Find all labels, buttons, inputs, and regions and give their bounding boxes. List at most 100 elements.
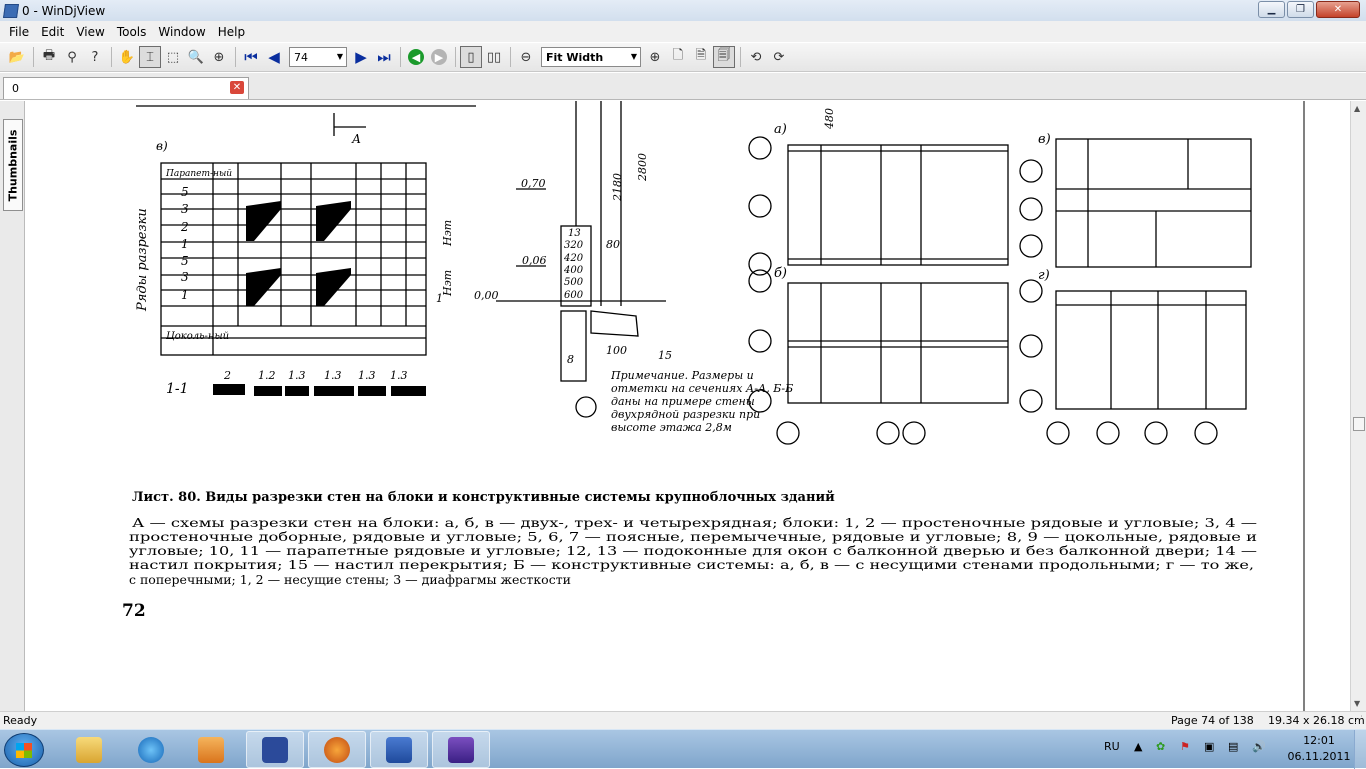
tray-device-icon[interactable]: ▣ xyxy=(1204,740,1214,753)
taskbar-windjview[interactable] xyxy=(432,731,490,768)
taskbar: RU ▲ ✿ ⚑ ▣ ▤ 🔊 12:01 06.11.2011 xyxy=(0,729,1366,769)
scroll-thumb[interactable] xyxy=(1353,417,1365,431)
menu-view[interactable]: View xyxy=(70,25,110,39)
window-controls: ▁ ❐ ✕ xyxy=(1256,1,1360,18)
show-hidden-icons-icon[interactable]: ▲ xyxy=(1134,740,1142,753)
zoom-out-icon[interactable]: ⊖ xyxy=(515,46,537,68)
caption-line: угловые; 10, 11 — парапетные рядовые и у… xyxy=(129,543,1257,558)
back-button[interactable]: ◀ xyxy=(405,46,427,68)
menu-file[interactable]: File xyxy=(3,25,35,39)
section-mark-a: А xyxy=(351,132,361,146)
open-icon[interactable]: 📂 xyxy=(6,46,28,68)
chevron-down-icon: ▼ xyxy=(630,52,637,61)
document-tab[interactable]: 0 ✕ xyxy=(3,77,249,99)
height-label: Нэт xyxy=(441,220,454,247)
row-label: 1 xyxy=(181,288,189,302)
section-label-g: г) xyxy=(1038,268,1050,283)
tray-app-icon[interactable]: ✿ xyxy=(1156,740,1165,753)
first-page-icon[interactable]: ⏮ xyxy=(240,46,262,68)
taskbar-word[interactable] xyxy=(370,731,428,768)
thumbnails-label: Thumbnails xyxy=(6,129,20,201)
volume-icon[interactable]: 🔊 xyxy=(1252,740,1266,753)
page-scan: в) Парапет-ный 5 3 2 1 5 3 1 Цоколь-ный … xyxy=(122,101,1305,711)
dim-label: 2800 xyxy=(636,153,649,182)
facing-pages-icon[interactable]: ▯▯ xyxy=(483,46,505,68)
previous-page-icon[interactable]: ◀ xyxy=(263,46,285,68)
row-label: 5 xyxy=(181,185,189,199)
scale-value: 1.2 xyxy=(258,369,276,382)
scale-value: 1.3 xyxy=(288,369,306,382)
word-icon xyxy=(386,736,412,763)
thumbnails-tab[interactable]: Thumbnails xyxy=(3,119,23,211)
language-indicator[interactable]: RU xyxy=(1104,740,1120,753)
zoom-combo[interactable]: Fit Width ▼ xyxy=(541,47,641,67)
taskbar-media[interactable] xyxy=(182,731,240,768)
print-icon[interactable]: 🖶 xyxy=(38,46,60,68)
tray-flag-icon[interactable]: ⚑ xyxy=(1180,740,1190,753)
row-label-parapet: Парапет-ный xyxy=(165,169,232,179)
close-button[interactable]: ✕ xyxy=(1316,1,1360,18)
fit-page-icon[interactable]: 🗐 xyxy=(713,46,735,68)
rotate-left-icon[interactable]: ⟲ xyxy=(745,46,767,68)
back-icon: ◀ xyxy=(408,49,424,65)
zoom-icon[interactable]: 🔍 xyxy=(185,46,207,68)
page-icon[interactable]: 🗋 xyxy=(667,46,689,68)
forward-icon: ▶ xyxy=(431,49,447,65)
rect-select-icon[interactable]: ⬚ xyxy=(162,46,184,68)
toolbar-separator xyxy=(400,47,401,67)
hand-tool-icon[interactable]: ✋ xyxy=(116,46,138,68)
row-label: 3 xyxy=(181,270,189,284)
chevron-down-icon: ▼ xyxy=(336,52,343,61)
dim-label: 2180 xyxy=(611,173,624,202)
taskbar-explorer[interactable] xyxy=(60,731,118,768)
page-number-combo[interactable]: 74 ▼ xyxy=(289,47,347,67)
start-button[interactable] xyxy=(4,733,44,767)
dim-label: 15 xyxy=(658,349,672,362)
show-desktop-button[interactable] xyxy=(1354,730,1366,769)
find-icon[interactable]: ⚲ xyxy=(61,46,83,68)
document-view[interactable]: в) Парапет-ный 5 3 2 1 5 3 1 Цоколь-ный … xyxy=(26,101,1350,711)
forward-button[interactable]: ▶ xyxy=(428,46,450,68)
resize-grip-icon[interactable]: ⋰ xyxy=(1354,715,1363,725)
select-tool-icon[interactable]: ⌶ xyxy=(139,46,161,68)
dim-label: 400 xyxy=(563,265,584,276)
vertical-scrollbar[interactable]: ▲ ▼ xyxy=(1350,101,1366,711)
dim-label: 600 xyxy=(564,290,584,301)
zoom-rect-icon[interactable]: ⊕ xyxy=(208,46,230,68)
network-icon[interactable]: ▤ xyxy=(1228,740,1238,753)
zoom-value: Fit Width xyxy=(546,50,604,64)
scroll-up-icon[interactable]: ▲ xyxy=(1354,104,1360,113)
menu-edit[interactable]: Edit xyxy=(35,25,70,39)
menu-window[interactable]: Window xyxy=(152,25,211,39)
caption-line: настил покрытия; 15 — настил перекрытия;… xyxy=(129,557,1254,572)
zoom-in-icon[interactable]: ⊕ xyxy=(644,46,666,68)
maximize-button[interactable]: ❐ xyxy=(1287,1,1314,18)
note-block: Примечание. Размеры и отметки на сечения… xyxy=(611,369,793,434)
status-bar: Ready Page 74 of 138 19.34 x 26.18 cm ⋰ xyxy=(0,711,1366,729)
toolbar-separator xyxy=(510,47,511,67)
windjview-icon xyxy=(448,736,474,763)
close-tab-icon[interactable]: ✕ xyxy=(230,81,244,94)
dim-label: 8 xyxy=(567,353,574,366)
single-page-icon[interactable]: ▯ xyxy=(460,46,482,68)
scale-value: 1.3 xyxy=(358,369,376,382)
minimize-button[interactable]: ▁ xyxy=(1258,1,1285,18)
next-page-icon[interactable]: ▶ xyxy=(350,46,372,68)
scroll-down-icon[interactable]: ▼ xyxy=(1354,699,1360,708)
last-page-icon[interactable]: ⏭ xyxy=(373,46,395,68)
page-number-value: 74 xyxy=(294,50,308,64)
taskbar-firefox[interactable] xyxy=(308,731,366,768)
dim-label: 80 xyxy=(606,238,620,251)
page-text-icon[interactable]: 🗎 xyxy=(690,46,712,68)
dim-label: 0,06 xyxy=(522,254,547,267)
dim-label: 0,00 xyxy=(474,289,499,302)
help-icon[interactable]: ? xyxy=(84,46,106,68)
menu-help[interactable]: Help xyxy=(212,25,251,39)
rotate-right-icon[interactable]: ⟳ xyxy=(768,46,790,68)
dim-label: 0,70 xyxy=(521,177,546,190)
taskbar-ie[interactable] xyxy=(122,731,180,768)
clock[interactable]: 12:01 06.11.2011 xyxy=(1286,733,1352,765)
menu-tools[interactable]: Tools xyxy=(111,25,153,39)
scale-value: 1.3 xyxy=(390,369,408,382)
taskbar-save[interactable] xyxy=(246,731,304,768)
